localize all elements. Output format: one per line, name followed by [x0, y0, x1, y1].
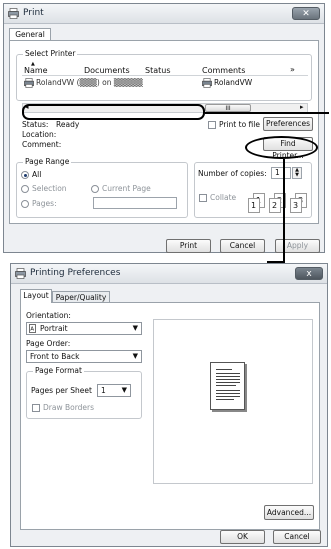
printer-row[interactable]: RolandVW (▒▒▒) on ▒▒▒▒▒ RolandVW [22, 77, 308, 89]
status-value: Ready [56, 120, 80, 129]
text-line [216, 399, 234, 400]
print-to-file-checkbox[interactable] [208, 121, 216, 129]
scrollbar-thumb[interactable]: III [205, 104, 251, 112]
selection-radio[interactable] [21, 185, 29, 193]
column-status[interactable]: Status [145, 66, 171, 75]
print-titlebar[interactable]: Print ✕ [4, 4, 324, 24]
more-columns-icon[interactable]: » [290, 65, 295, 74]
pages-label: Pages: [32, 199, 57, 208]
copies-spinner[interactable]: ▲ ▼ [292, 167, 302, 179]
cancel-button[interactable]: Cancel [273, 530, 321, 544]
pages-per-sheet-select[interactable]: 1 ▼ [97, 384, 131, 397]
pages-per-sheet-value: 1 [101, 386, 106, 395]
collate-label: Collate [210, 193, 237, 202]
page-order-select[interactable]: Front to Back ▼ [26, 350, 142, 363]
location-label: Location: [22, 130, 57, 139]
page-order-value: Front to Back [30, 352, 80, 361]
draw-borders-label: Draw Borders [43, 403, 95, 412]
status-highlight-box [22, 104, 205, 120]
page-order-label: Page Order: [26, 339, 71, 348]
printer-comment: RolandVW [214, 78, 253, 87]
close-icon[interactable]: x [295, 267, 323, 280]
printer-icon [24, 78, 34, 88]
print-to-file-label: Print to file [219, 120, 260, 129]
general-panel: Select Printer Name ▲ Documents Status C… [9, 40, 319, 224]
text-line [216, 393, 240, 394]
collate-page: 3 [290, 198, 302, 213]
page-format-title: Page Format [33, 366, 84, 375]
orientation-value: Portrait [40, 324, 68, 333]
print-title: Print [23, 8, 44, 18]
collate-page: 1 [248, 198, 260, 213]
prefs-titlebar[interactable]: Printing Preferences x [11, 264, 327, 284]
advanced-button[interactable]: Advanced... [264, 505, 314, 520]
copies-label: Number of copies: [198, 169, 267, 178]
text-line [216, 382, 240, 383]
preferences-highlight-ellipse [245, 136, 318, 159]
draw-borders-checkbox[interactable] [32, 404, 40, 412]
printing-preferences-dialog: Printing Preferences x Layout Paper/Qual… [10, 263, 328, 547]
apply-button[interactable]: Apply [275, 239, 320, 253]
collate-page: 2 [269, 198, 281, 213]
printer-list-header: Name ▲ Documents Status Comments » [22, 61, 308, 76]
select-printer-group: Select Printer Name ▲ Documents Status C… [16, 49, 312, 101]
orientation-label: Orientation: [26, 311, 71, 320]
portrait-icon: A [29, 324, 36, 333]
select-printer-label: Select Printer [23, 49, 78, 58]
print-button[interactable]: Print [166, 239, 211, 253]
page-range-title: Page Range [23, 157, 72, 166]
page-range-group: Page Range All Selection Current Page Pa… [16, 157, 188, 218]
scroll-right-icon[interactable]: ▸ [300, 103, 304, 111]
pages-radio[interactable] [21, 200, 29, 208]
current-page-label: Current Page [102, 184, 151, 193]
text-line [216, 385, 236, 386]
current-page-radio[interactable] [91, 185, 99, 193]
close-icon[interactable]: ✕ [292, 7, 320, 20]
copies-input[interactable]: 1 [271, 167, 291, 179]
prefs-title: Printing Preferences [30, 268, 121, 278]
copies-group: Number of copies: 1 ▲▼ Collate 1 1 2 2 3… [194, 162, 312, 218]
layout-panel: Orientation: A Portrait ▼ Page Order: Fr… [20, 302, 320, 530]
collate-checkbox[interactable] [199, 194, 207, 202]
selection-label: Selection [32, 184, 67, 193]
text-line [216, 379, 240, 380]
text-line [216, 390, 240, 391]
printer-icon [15, 268, 26, 279]
chevron-down-icon: ▼ [121, 386, 127, 394]
pages-input[interactable] [93, 197, 177, 209]
pages-per-sheet-label: Pages per Sheet [31, 386, 92, 395]
printer-icon [8, 8, 19, 19]
ok-button[interactable]: OK [220, 530, 265, 544]
column-comments[interactable]: Comments [202, 66, 245, 75]
tab-layout[interactable]: Layout [20, 289, 52, 303]
page-preview [210, 362, 245, 410]
cancel-button[interactable]: Cancel [220, 239, 265, 253]
text-line [216, 376, 240, 377]
chevron-down-icon: ▼ [132, 324, 138, 332]
callout-line [205, 112, 329, 114]
printer-name: RolandVW (▒▒▒) on ▒▒▒▒▒ [36, 78, 143, 87]
text-line [216, 369, 232, 370]
text-line [216, 373, 240, 374]
print-dialog: Print ✕ General Select Printer Name ▲ Do… [3, 3, 325, 253]
orientation-select[interactable]: A Portrait ▼ [26, 322, 142, 335]
text-line [216, 396, 240, 397]
status-label: Status: [22, 120, 49, 129]
page-preview-area [153, 319, 313, 484]
chevron-down-icon: ▼ [132, 352, 138, 360]
all-radio[interactable] [21, 171, 29, 179]
collate-illustration: 1 1 2 2 3 3 [247, 191, 311, 215]
sort-up-icon: ▲ [31, 61, 35, 67]
page-format-group: Page Format Pages per Sheet 1 ▼ Draw Bor… [26, 366, 142, 419]
comment-label: Comment: [22, 140, 62, 149]
column-name[interactable]: Name [24, 66, 48, 75]
callout-line [283, 159, 285, 263]
preferences-button[interactable]: Preferences [263, 117, 313, 131]
all-label: All [32, 170, 42, 179]
column-documents[interactable]: Documents [84, 66, 130, 75]
printer-icon [202, 78, 212, 88]
svg-text:A: A [30, 327, 34, 333]
